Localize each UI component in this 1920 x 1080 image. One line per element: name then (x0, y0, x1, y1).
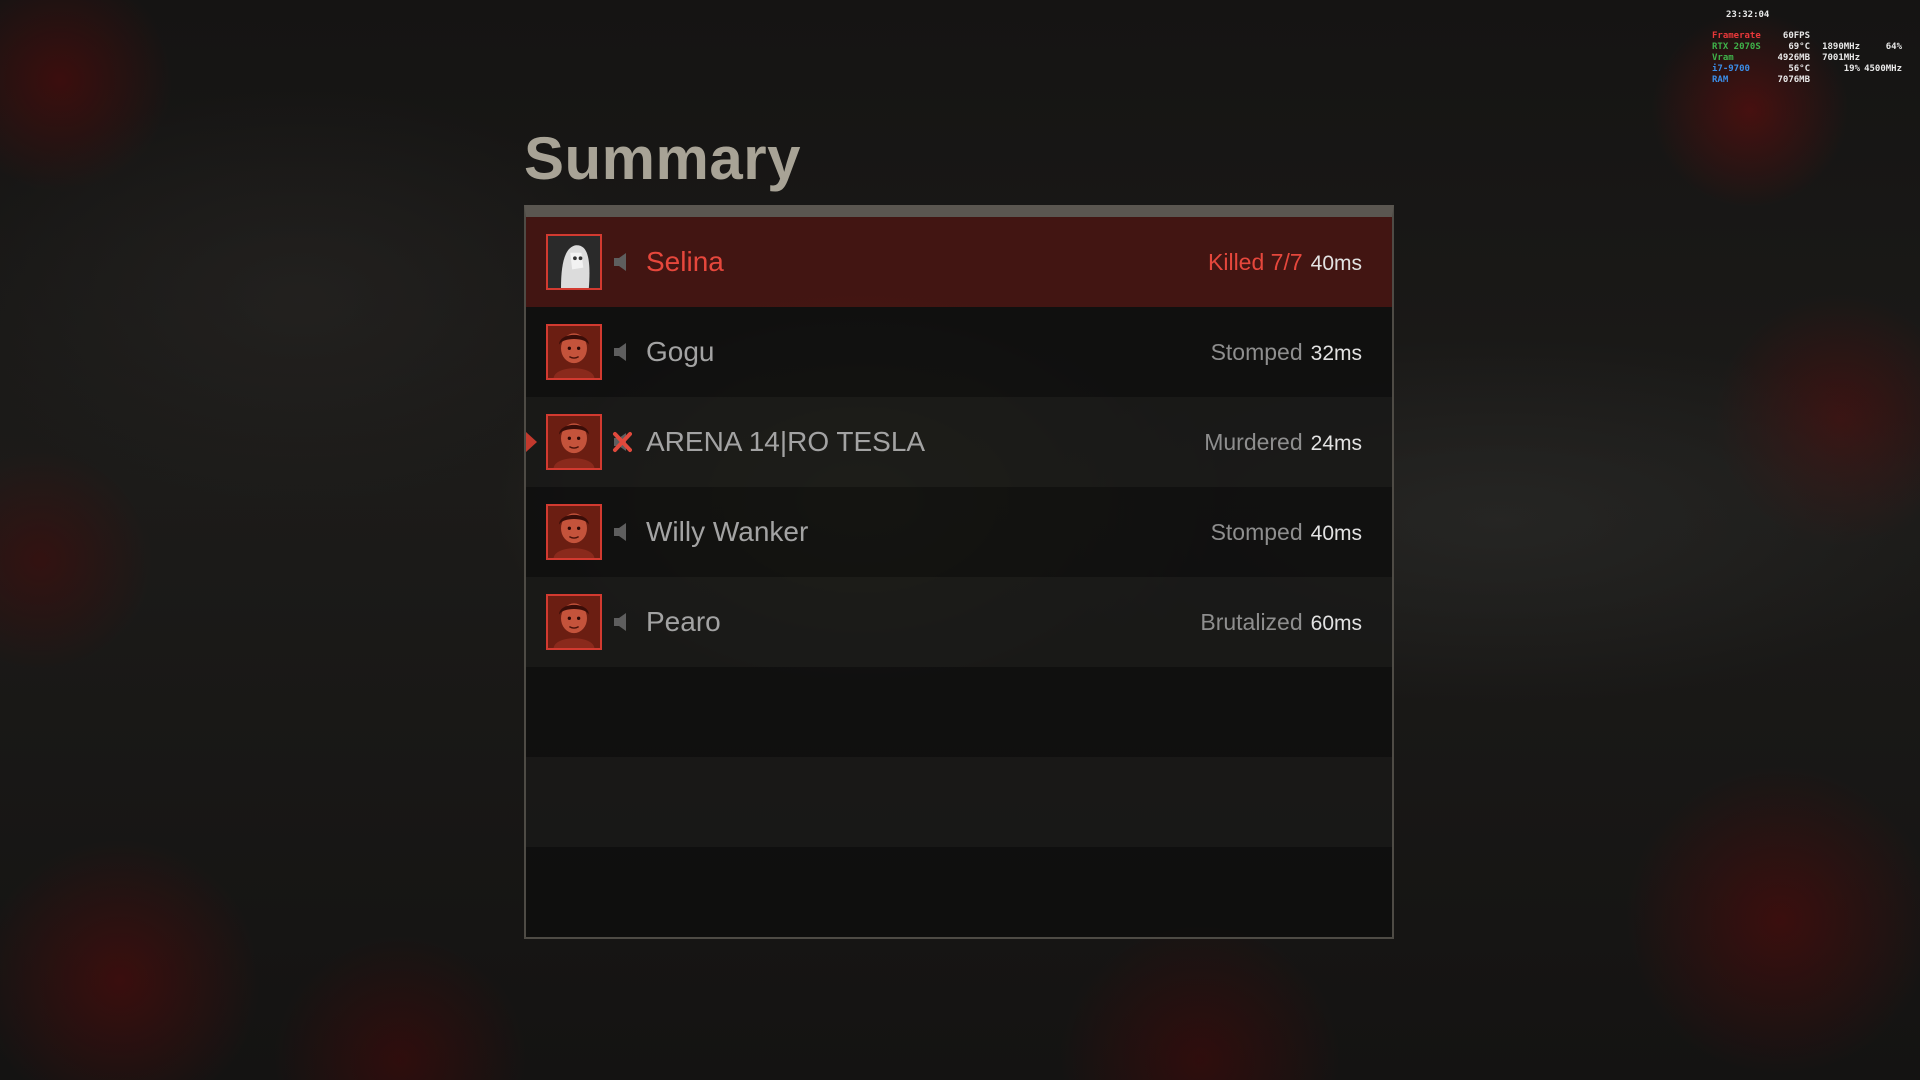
overlay-v3: 4500MHz (1864, 64, 1902, 74)
performance-overlay: 23:32:04 Framerate 60FPS RTX 2070S 69°C 1890… (1712, 10, 1902, 86)
player-status: Murdered 24ms (1204, 429, 1362, 456)
player-status: Brutalized 60ms (1200, 609, 1362, 636)
overlay-v3 (1860, 31, 1902, 42)
player-avatar (546, 234, 602, 290)
player-avatar (546, 324, 602, 380)
player-name: Willy Wanker (646, 516, 809, 547)
speaker-icon[interactable] (612, 611, 632, 633)
player-row[interactable]: Gogu Stomped 32ms (526, 307, 1392, 397)
player-fate: Stomped (1210, 518, 1303, 545)
overlay-clock: 23:32:04 (1726, 10, 1770, 20)
empty-player-slot (526, 847, 1392, 937)
overlay-v2: 7001MHz (1822, 53, 1860, 63)
overlay-v1: 4926MB (1777, 53, 1810, 63)
overlay-v3 (1860, 53, 1902, 64)
overlay-row: i7-9700 56°C 19% 4500MHz (1712, 64, 1902, 75)
page-title: Summary (524, 125, 801, 192)
player-ping: 40ms (1310, 521, 1362, 545)
overlay-v3: 64% (1885, 42, 1902, 52)
overlay-v1: 69°C (1788, 42, 1810, 52)
overlay-row: Framerate 60FPS (1712, 31, 1902, 42)
overlay-v2: 19% (1843, 64, 1860, 74)
overlay-row: Vram 4926MB 7001MHz (1712, 53, 1902, 64)
player-name: ARENA 14|RO TESLA (646, 426, 926, 457)
player-name: Gogu (646, 336, 715, 367)
player-fate: Brutalized (1200, 608, 1303, 635)
overlay-v3 (1860, 75, 1902, 86)
overlay-label: RTX 2070S (1712, 42, 1761, 52)
player-row[interactable]: Pearo Brutalized 60ms (526, 577, 1392, 667)
overlay-row: RTX 2070S 69°C 1890MHz 64% (1712, 42, 1902, 53)
player-fate: Killed 7/7 (1208, 248, 1303, 275)
selected-arrow-icon (526, 432, 537, 452)
overlay-label: Vram (1712, 53, 1734, 63)
overlay-v1: 60FPS (1782, 31, 1810, 41)
player-name: Selina (646, 246, 724, 277)
player-avatar (546, 504, 602, 560)
player-status: Killed 7/7 40ms (1208, 249, 1362, 276)
overlay-v2: 1890MHz (1822, 42, 1860, 52)
summary-panel: Selina Killed 7/7 40ms Gogu Stomped 32ms ARENA… (524, 205, 1394, 939)
empty-player-slot (526, 757, 1392, 847)
player-fate: Stomped (1210, 338, 1303, 365)
player-status: Stomped 32ms (1211, 339, 1362, 366)
player-status: Stomped 40ms (1211, 519, 1362, 546)
player-row[interactable]: ARENA 14|RO TESLA Murdered 24ms (526, 397, 1392, 487)
player-ping: 24ms (1310, 431, 1362, 455)
player-ping: 32ms (1310, 341, 1362, 365)
player-row[interactable]: Willy Wanker Stomped 40ms (526, 487, 1392, 577)
overlay-v1: 7076MB (1777, 75, 1810, 85)
muted-x-icon[interactable] (612, 431, 632, 453)
overlay-v1: 56°C (1788, 64, 1810, 74)
player-avatar (546, 414, 602, 470)
player-fate: Murdered (1204, 428, 1303, 455)
speaker-icon[interactable] (612, 251, 632, 273)
empty-player-slot (526, 667, 1392, 757)
player-name: Pearo (646, 606, 721, 637)
overlay-v2 (1810, 31, 1860, 42)
player-ping: 60ms (1310, 611, 1362, 635)
overlay-v2 (1810, 75, 1860, 86)
overlay-row: RAM 7076MB (1712, 75, 1902, 86)
player-list: Selina Killed 7/7 40ms Gogu Stomped 32ms ARENA… (526, 217, 1392, 937)
player-avatar (546, 594, 602, 650)
player-ping: 40ms (1310, 251, 1362, 275)
overlay-label: Framerate (1712, 31, 1761, 41)
speaker-icon[interactable] (612, 341, 632, 363)
overlay-label: RAM (1712, 75, 1729, 85)
speaker-icon[interactable] (612, 521, 632, 543)
overlay-label: i7-9700 (1712, 64, 1750, 74)
player-row[interactable]: Selina Killed 7/7 40ms (526, 217, 1392, 307)
